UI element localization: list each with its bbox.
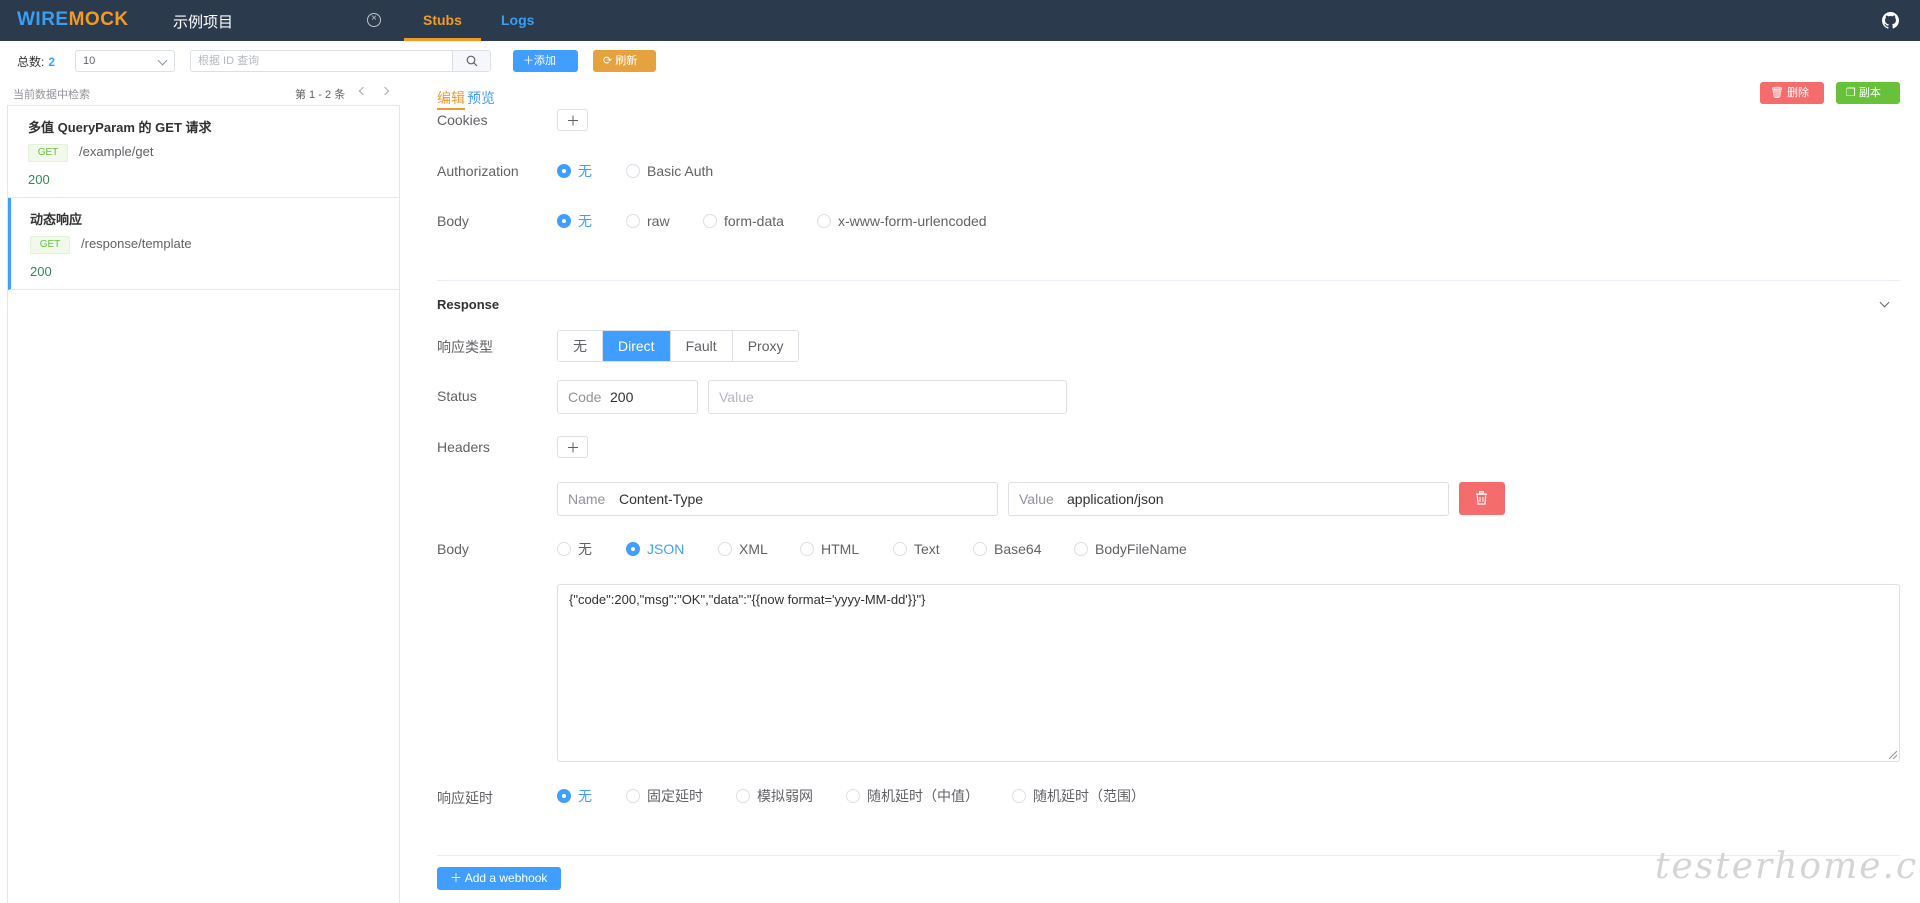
response-type-group: 无 Direct Fault Proxy: [557, 330, 800, 362]
github-icon[interactable]: [1882, 12, 1899, 29]
req-body-none-radio[interactable]: 无: [557, 213, 592, 229]
chevron-left-icon[interactable]: [358, 86, 368, 96]
status-label: Status: [437, 388, 477, 404]
top-navbar: WIREMOCK 示例项目 × Stubs Logs: [0, 0, 1920, 41]
req-body-formdata-radio[interactable]: form-data: [703, 213, 784, 229]
status-value-field[interactable]: Value: [708, 380, 1067, 414]
search-input[interactable]: [191, 51, 451, 71]
refresh-button[interactable]: ⟳ 刷新: [593, 50, 656, 72]
list-item[interactable]: 动态响应 GET /response/template 200: [8, 198, 399, 290]
chevron-right-icon[interactable]: [380, 86, 390, 96]
response-body-textarea[interactable]: {"code":200,"msg":"OK","data":"{{now for…: [557, 584, 1900, 762]
delay-weak-network-radio[interactable]: 模拟弱网: [736, 788, 813, 804]
request-body-label: Body: [437, 213, 469, 229]
copy-icon: ❐: [1846, 87, 1859, 99]
cookies-label: Cookies: [437, 112, 488, 128]
method-badge: GET: [30, 236, 70, 254]
res-body-json-radio[interactable]: JSON: [626, 541, 684, 557]
delay-none-radio[interactable]: 无: [557, 788, 592, 804]
res-body-html-radio[interactable]: HTML: [800, 541, 859, 557]
add-button[interactable]: ＋添加: [513, 50, 578, 72]
delay-random-median-radio[interactable]: 随机延时（中值）: [846, 788, 979, 804]
delete-header-button[interactable]: [1459, 482, 1505, 515]
response-type-proxy[interactable]: Proxy: [732, 331, 799, 361]
authorization-label: Authorization: [437, 163, 519, 179]
delay-random-range-radio[interactable]: 随机延时（范围）: [1012, 788, 1145, 804]
search-icon: [466, 55, 478, 67]
status-code-field[interactable]: Code 200: [557, 380, 698, 414]
res-body-base64-radio[interactable]: Base64: [973, 541, 1041, 557]
stub-title: 动态响应: [30, 212, 83, 227]
response-type-fault[interactable]: Fault: [670, 331, 733, 361]
tab-stubs[interactable]: Stubs: [404, 0, 481, 41]
add-header-button[interactable]: [557, 436, 588, 458]
chevron-down-icon[interactable]: [1879, 297, 1890, 308]
plus-icon: ＋: [450, 871, 465, 885]
list-hint: 当前数据中检索: [13, 89, 90, 101]
page-size-select[interactable]: 10: [75, 50, 175, 72]
plus-icon: ＋: [523, 55, 534, 67]
response-type-label: 响应类型: [437, 339, 493, 355]
add-cookie-button[interactable]: [557, 109, 588, 131]
tab-preview[interactable]: 预览: [467, 90, 495, 106]
watermark: testerhome.com: [1655, 846, 1920, 887]
chevron-down-icon: [157, 55, 168, 66]
response-type-direct[interactable]: Direct: [603, 331, 671, 361]
stub-title: 多值 QueryParam 的 GET 请求: [28, 120, 212, 135]
search-button[interactable]: [452, 51, 490, 71]
search-box: [190, 50, 491, 72]
add-webhook-button[interactable]: ＋ Add a webhook: [437, 867, 561, 890]
res-body-text-radio[interactable]: Text: [893, 541, 940, 557]
response-section-title: Response: [437, 297, 500, 312]
header-value-field[interactable]: Value application/json: [1008, 482, 1449, 516]
auth-basic-radio[interactable]: Basic Auth: [626, 163, 713, 179]
header-name-field[interactable]: Name Content-Type: [557, 482, 998, 516]
project-name: 示例项目: [173, 14, 234, 31]
tab-edit[interactable]: 编辑: [437, 90, 465, 110]
refresh-icon: ⟳: [603, 55, 616, 67]
stub-url: /example/get: [79, 144, 154, 159]
stub-status: 200: [28, 172, 50, 187]
response-type-none[interactable]: 无: [558, 331, 603, 361]
delay-fixed-radio[interactable]: 固定延时: [626, 788, 703, 804]
res-body-xml-radio[interactable]: XML: [718, 541, 768, 557]
list-item[interactable]: 多值 QueryParam 的 GET 请求 GET /example/get …: [8, 106, 399, 198]
res-body-file-radio[interactable]: BodyFileName: [1074, 541, 1187, 557]
copy-button[interactable]: ❐ 副本: [1836, 82, 1900, 104]
mode-tabs: 编辑 预览: [437, 88, 495, 110]
tab-logs[interactable]: Logs: [482, 0, 553, 41]
response-delay-label: 响应延时: [437, 790, 493, 806]
trash-icon: 🗑: [1770, 87, 1788, 99]
wiremock-logo[interactable]: WIREMOCK: [17, 9, 129, 31]
req-body-raw-radio[interactable]: raw: [626, 213, 670, 229]
stub-list: 多值 QueryParam 的 GET 请求 GET /example/get …: [7, 105, 400, 903]
stub-status: 200: [30, 264, 52, 279]
response-body-label: Body: [437, 541, 469, 557]
delete-button[interactable]: 🗑 删除: [1760, 82, 1824, 104]
stub-url: /response/template: [81, 236, 192, 251]
pager-info: 第 1 - 2 条: [295, 89, 346, 101]
divider: [437, 280, 1900, 281]
auth-none-radio[interactable]: 无: [557, 163, 592, 179]
req-body-urlencoded-radio[interactable]: x-www-form-urlencoded: [817, 213, 987, 229]
close-project-icon[interactable]: ×: [367, 13, 381, 27]
trash-icon: [1476, 491, 1487, 505]
res-body-none-radio[interactable]: 无: [557, 541, 592, 557]
total-count: 总数: 2: [17, 55, 56, 69]
headers-label: Headers: [437, 439, 490, 455]
resize-handle-icon[interactable]: [1889, 751, 1897, 759]
method-badge: GET: [28, 144, 68, 162]
